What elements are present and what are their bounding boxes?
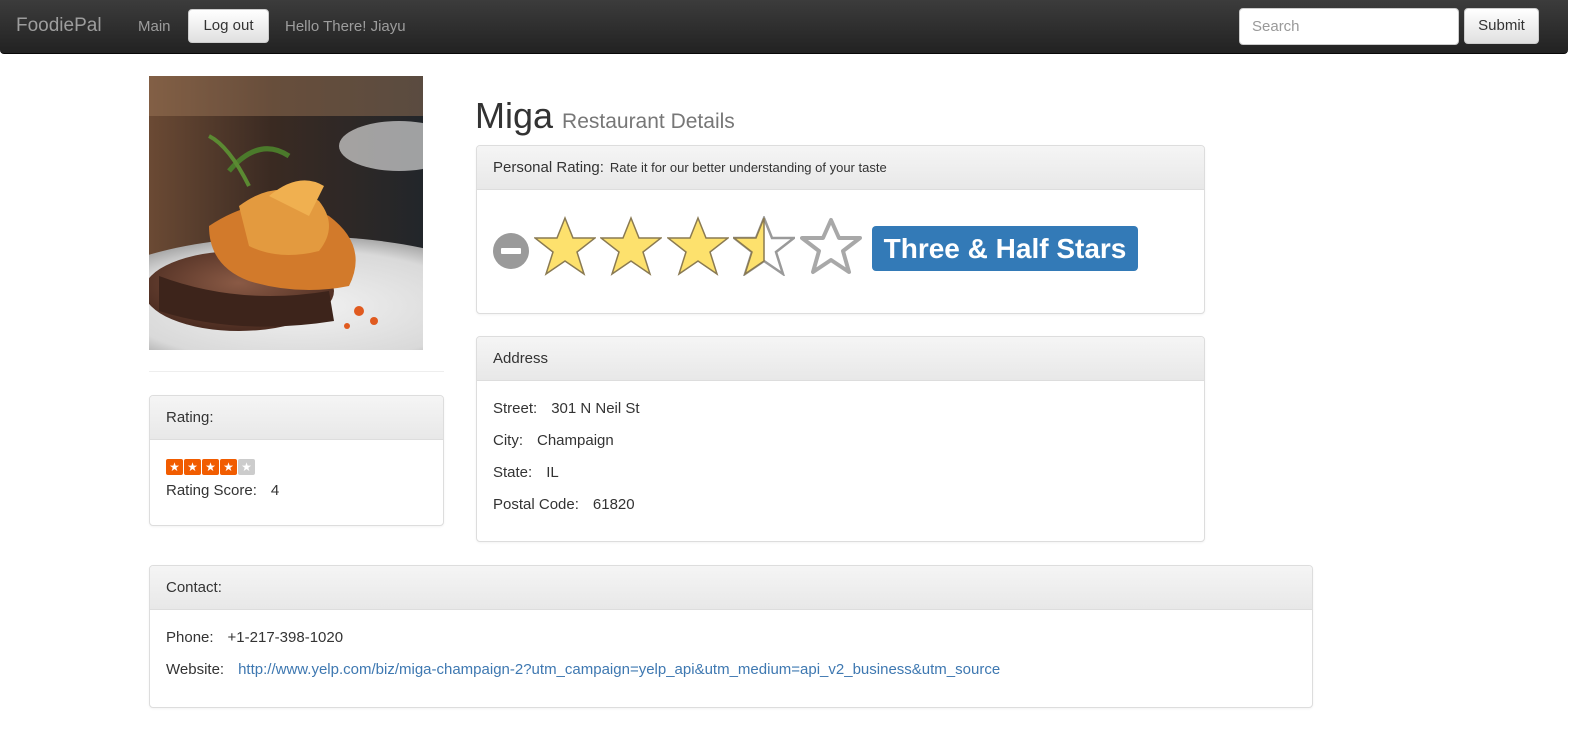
nav-link-main[interactable]: Main	[138, 18, 171, 35]
restaurant-photo	[149, 76, 423, 350]
postal-field: Postal Code: 61820	[493, 495, 1188, 527]
rating-score: Rating Score: 4	[166, 481, 427, 501]
phone-value: +1-217-398-1020	[227, 629, 344, 646]
page-title: Miga Restaurant Details	[475, 96, 735, 143]
divider	[149, 371, 444, 372]
street-label: Street:	[493, 400, 538, 417]
address-heading: Address	[477, 337, 1204, 381]
personal-rating-panel: Personal Rating: Rate it for our better u…	[476, 145, 1205, 314]
greeting-text: Hello There! Jiayu	[285, 18, 406, 35]
star-empty-icon: ★	[238, 459, 255, 475]
star-2-icon[interactable]	[600, 216, 662, 276]
postal-label: Postal Code:	[493, 496, 579, 513]
rating-caption-badge: Three & Half Stars	[872, 226, 1138, 271]
address-panel: Address Street: 301 N Neil St City: Champa…	[476, 336, 1205, 542]
phone-label: Phone:	[166, 629, 214, 646]
rating-score-label: Rating Score:	[166, 482, 257, 499]
website-label: Website:	[166, 661, 225, 678]
rating-score-value: 4	[270, 482, 280, 499]
rating-panel-heading: Rating:	[150, 396, 443, 440]
top-navbar: FoodiePal Main Log out Hello There! Jiay…	[0, 0, 1568, 54]
website-link[interactable]: http://www.yelp.com/biz/miga-champaign-2…	[238, 661, 1000, 678]
page-subtitle: Restaurant Details	[562, 110, 735, 133]
street-value: 301 N Neil St	[551, 400, 640, 417]
star-rating-input: Three & Half Stars	[477, 190, 1204, 313]
star-icon: ★	[220, 459, 237, 475]
clear-rating-icon[interactable]	[493, 233, 529, 269]
contact-heading: Contact:	[150, 566, 1312, 610]
yelp-stars: ★ ★ ★ ★ ★	[166, 459, 427, 475]
star-3-icon[interactable]	[667, 216, 729, 276]
restaurant-name: Miga	[475, 95, 554, 136]
star-icon: ★	[166, 459, 183, 475]
city-field: City: Champaign	[493, 431, 1188, 463]
street-field: Street: 301 N Neil St	[493, 399, 1188, 431]
submit-button[interactable]: Submit	[1464, 8, 1539, 44]
personal-rating-heading: Personal Rating: Rate it for our better u…	[477, 146, 1204, 190]
star-1-icon[interactable]	[534, 216, 596, 276]
state-field: State: IL	[493, 463, 1188, 495]
website-field: Website: http://www.yelp.com/biz/miga-cha…	[166, 660, 1296, 692]
city-value: Champaign	[537, 432, 614, 449]
star-icon: ★	[202, 459, 219, 475]
rating-panel: Rating: ★ ★ ★ ★ ★ Rating Score: 4	[149, 395, 444, 526]
city-label: City:	[493, 432, 523, 449]
logout-button[interactable]: Log out	[188, 9, 269, 43]
star-icon: ★	[184, 459, 201, 475]
search-input[interactable]	[1239, 8, 1459, 45]
food-image	[149, 76, 423, 350]
phone-field: Phone: +1-217-398-1020	[166, 628, 1296, 660]
personal-rating-hint: Rate it for our better understanding of …	[609, 160, 887, 175]
star-empty-icon[interactable]	[800, 216, 862, 276]
personal-rating-label: Personal Rating:	[493, 159, 604, 176]
contact-panel: Contact: Phone: +1-217-398-1020 Website: h…	[149, 565, 1313, 708]
brand-logo[interactable]: FoodiePal	[16, 15, 102, 37]
state-label: State:	[493, 464, 533, 481]
star-half-icon[interactable]	[733, 216, 795, 276]
state-value: IL	[546, 464, 559, 481]
postal-value: 61820	[592, 496, 635, 513]
